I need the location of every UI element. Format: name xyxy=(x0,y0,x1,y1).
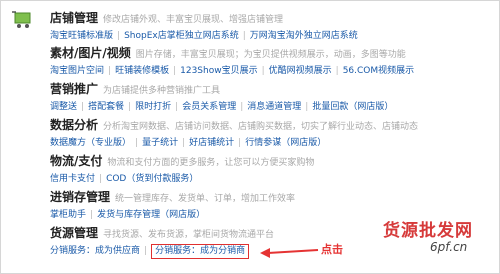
service-link[interactable]: 数据魔方（专业版） xyxy=(50,138,131,148)
section-desc: 物流和支付方面的更多服务，让您可以方便买家购物 xyxy=(107,158,315,168)
section-title: 数据分析 xyxy=(50,118,99,132)
section-logistics-payment: 物流/支付 物流和支付方面的更多服务，让您可以方便买家购物 信用卡支付 | COD（货… xyxy=(50,152,315,184)
service-link[interactable]: 56.COM视频展示 xyxy=(343,66,414,76)
section-title: 货源管理 xyxy=(50,226,99,240)
separator: | xyxy=(182,138,186,148)
distributor-service-link[interactable]: 分销服务：成为分销商 xyxy=(151,244,250,259)
separator: | xyxy=(238,138,242,148)
section-shop-management: 店铺管理 修改店铺外观、丰富宝贝展现、增强店铺管理 淘宝旺铺标准版 | ShopEx店… xyxy=(50,9,358,41)
shopping-cart-icon xyxy=(12,11,31,28)
service-link[interactable]: 发货与库存管理（网店版） xyxy=(97,210,205,220)
section-desc: 统一管理库存、发货单、订单，增加工作效率 xyxy=(115,194,296,204)
separator: | xyxy=(173,66,177,76)
service-link[interactable]: 掌柜助手 xyxy=(50,210,86,220)
service-link[interactable]: 信用卡支付 xyxy=(50,174,95,184)
service-link[interactable]: 量子统计 xyxy=(142,138,178,148)
separator: | xyxy=(135,138,139,148)
section-desc: 为店铺提供多种营销推广工具 xyxy=(103,86,221,96)
separator: | xyxy=(261,66,265,76)
separator: | xyxy=(117,31,121,41)
section-inventory: 进销存管理 统一管理库存、发货单、订单，增加工作效率 掌柜助手 | 发货与库存管理（网… xyxy=(50,188,296,220)
service-link[interactable]: 淘宝图片空间 xyxy=(50,66,104,76)
section-media: 素材/图片/视频 图片存储，丰富宝贝展现；为宝贝提供视频展示，动画，多图等功能 淘… xyxy=(50,44,414,76)
watermark-logo: 货源批发网 xyxy=(383,221,473,241)
separator: | xyxy=(81,102,85,112)
section-marketing: 营销推广 为店铺提供多种营销推广工具 调整送 | 搭配套餐 | 限时打折 | 会员关系管理 | 消… xyxy=(50,80,393,112)
section-desc: 分析淘宝网数据、店铺访问数据、店铺购买数据，切实了解行业动态、店铺动态 xyxy=(103,122,419,132)
service-link[interactable]: 万网淘宝淘外独立网店系统 xyxy=(250,31,358,41)
link-row: 淘宝图片空间 | 旺铺装修模板 | 123Show宝贝展示 | 优酷网视频展示 | 56.COM… xyxy=(50,61,414,76)
service-link[interactable]: 分销服务：成为供应商 xyxy=(50,246,140,256)
click-annotation: 点击 xyxy=(321,243,343,256)
service-link[interactable]: 行情参谋（网店版） xyxy=(245,138,326,148)
separator: | xyxy=(175,102,179,112)
section-desc: 寻找货源、发布货源，掌柜间货物流通平台 xyxy=(103,230,275,240)
service-link[interactable]: COD（货到付款服务） xyxy=(106,174,198,184)
service-link[interactable]: 批量回款（网店版） xyxy=(312,102,393,112)
service-link[interactable]: 会员关系管理 xyxy=(182,102,236,112)
section-desc: 图片存储，丰富宝贝展现；为宝贝提供视频展示，动画，多图等功能 xyxy=(135,50,406,60)
link-row: 分销服务：成为供应商 | 分销服务：成为分销商 xyxy=(50,241,274,259)
link-row: 数据魔方（专业版） | 量子统计 | 好店铺统计 | 行情参谋（网店版） xyxy=(50,133,418,148)
service-link[interactable]: ShopEx店掌柜独立网店系统 xyxy=(124,31,239,41)
section-title: 素材/图片/视频 xyxy=(50,46,131,60)
section-title: 进销存管理 xyxy=(50,190,111,204)
section-title: 店铺管理 xyxy=(50,11,99,25)
service-link[interactable]: 限时打折 xyxy=(135,102,171,112)
watermark-site: 6pf.cn xyxy=(430,240,468,254)
separator: | xyxy=(90,210,94,220)
link-row: 信用卡支付 | COD（货到付款服务） xyxy=(50,169,314,184)
service-link[interactable]: 好店铺统计 xyxy=(189,138,234,148)
separator: | xyxy=(99,174,103,184)
section-sourcing: 货源管理 寻找货源、发布货源，掌柜间货物流通平台 分销服务：成为供应商 | 分销服务：… xyxy=(50,224,275,259)
link-row: 调整送 | 搭配套餐 | 限时打折 | 会员关系管理 | 消息通道管理 | 批量回款（网店版） xyxy=(50,97,393,112)
separator: | xyxy=(305,102,309,112)
arrow-left-icon xyxy=(260,248,319,258)
service-link[interactable]: 淘宝旺铺标准版 xyxy=(50,31,113,41)
separator: | xyxy=(144,246,148,256)
separator: | xyxy=(242,31,246,41)
link-row: 淘宝旺铺标准版 | ShopEx店掌柜独立网店系统 | 万网淘宝淘外独立网店系统 xyxy=(50,26,358,41)
service-link[interactable]: 调整送 xyxy=(50,102,77,112)
section-desc: 修改店铺外观、丰富宝贝展现、增强店铺管理 xyxy=(103,15,284,25)
section-title: 营销推广 xyxy=(50,82,99,96)
separator: | xyxy=(108,66,112,76)
service-link[interactable]: 优酷网视频展示 xyxy=(269,66,332,76)
section-data-analysis: 数据分析 分析淘宝网数据、店铺访问数据、店铺购买数据，切实了解行业动态、店铺动态 … xyxy=(50,116,419,148)
service-link[interactable]: 搭配套餐 xyxy=(88,102,124,112)
service-link[interactable]: 旺铺装修模板 xyxy=(115,66,169,76)
separator: | xyxy=(240,102,244,112)
link-row: 掌柜助手 | 发货与库存管理（网店版） xyxy=(50,205,295,220)
separator: | xyxy=(335,66,339,76)
separator: | xyxy=(128,102,132,112)
section-title: 物流/支付 xyxy=(50,154,103,168)
service-link[interactable]: 123Show宝贝展示 xyxy=(180,66,257,76)
service-link[interactable]: 消息通道管理 xyxy=(247,102,301,112)
